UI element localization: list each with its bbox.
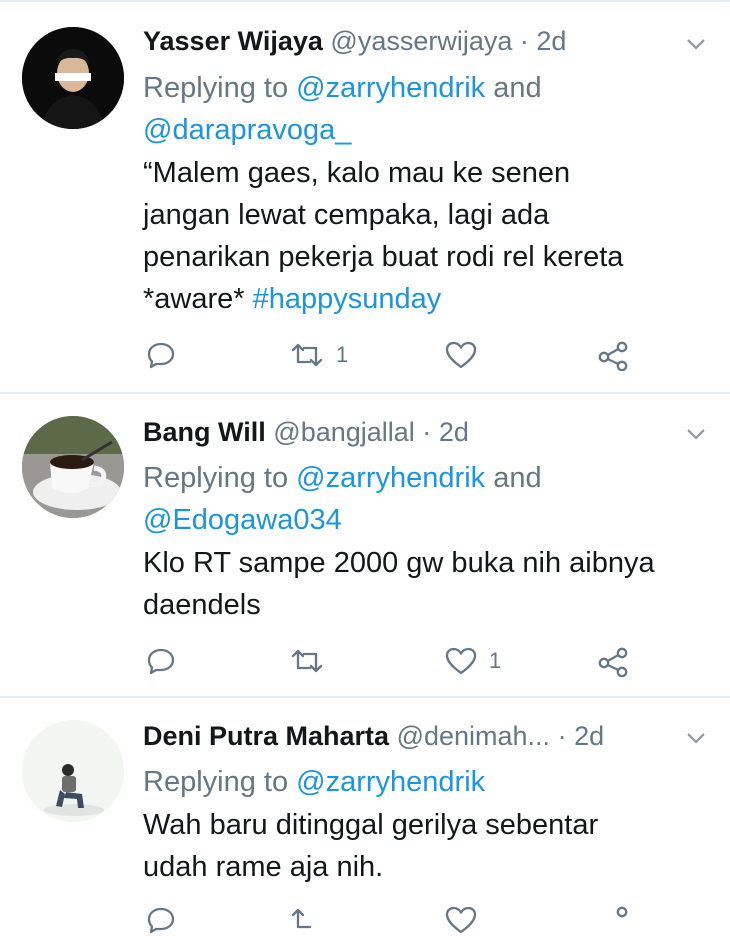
mention-link[interactable]: @Edogawa034: [143, 504, 342, 536]
reply-icon: [147, 648, 175, 675]
replying-and: and: [485, 462, 542, 494]
handle[interactable]: @yasserwijaya: [330, 26, 512, 56]
display-name[interactable]: Bang Will: [143, 417, 266, 447]
share-icon: [616, 906, 628, 918]
dot-separator: ·: [519, 26, 529, 56]
retweet-count: 1: [336, 342, 349, 367]
mention-link[interactable]: @darapravoga_: [143, 114, 351, 146]
tweet-text-line: penarikan pekerja buat rodi rel kereta: [143, 241, 624, 273]
handle[interactable]: @denimah...: [397, 721, 550, 751]
chevron-down-icon[interactable]: [684, 422, 708, 446]
person-avatar-dark-icon: [22, 27, 124, 129]
hashtag-link[interactable]: #happysunday: [253, 283, 442, 315]
reply-icon: [147, 342, 175, 369]
share-button[interactable]: [597, 906, 629, 936]
tweet-text-line: *aware* #happysunday: [143, 278, 713, 320]
share-button[interactable]: [597, 647, 629, 677]
tweet-header: Deni Putra Maharta @denimah... · 2d: [143, 721, 604, 751]
tweet-text: Klo RT sampe 2000 gw buka nih aibnya dae…: [143, 542, 713, 626]
display-name[interactable]: Yasser Wijaya: [143, 26, 323, 56]
tweet-text-line: udah rame aja nih.: [143, 851, 384, 883]
replying-to-line2: @darapravoga_: [143, 109, 351, 151]
like-button[interactable]: [445, 906, 477, 934]
like-button[interactable]: [445, 341, 489, 369]
reply-button[interactable]: [146, 341, 176, 369]
retweet-button[interactable]: [290, 648, 336, 674]
display-name[interactable]: Deni Putra Maharta: [143, 721, 389, 751]
timestamp[interactable]: 2d: [574, 721, 604, 751]
avatar[interactable]: [22, 27, 124, 129]
tweet-text-line: “Malem gaes, kalo mau ke senen: [143, 157, 571, 189]
like-count: 1: [489, 648, 502, 673]
avatar[interactable]: [22, 720, 124, 822]
tweet-text-line: jangan lewat cempaka, lagi ada: [143, 199, 550, 231]
replying-to-line2: @Edogawa034: [143, 499, 342, 541]
heart-icon: [445, 341, 477, 369]
tweet-text-line: Wah baru ditinggal gerilya sebentar: [143, 809, 599, 841]
tweet-text: “Malem gaes, kalo mau ke senen jangan le…: [143, 152, 713, 320]
tweet-text-line: Klo RT sampe 2000 gw buka nih aibnya: [143, 547, 655, 579]
replying-label: Replying to: [143, 462, 297, 494]
retweet-icon: [291, 649, 323, 673]
tweet-text-fragment: *aware*: [143, 283, 253, 315]
reply-button[interactable]: [146, 647, 176, 675]
tweet-header: Bang Will @bangjallal · 2d: [143, 417, 469, 447]
retweet-icon: [291, 908, 312, 929]
share-button[interactable]: [597, 341, 629, 371]
timestamp[interactable]: 2d: [439, 417, 469, 447]
replying-to: Replying to @zarryhendrik and: [143, 67, 542, 109]
tweet-text-line: daendels: [143, 589, 261, 621]
handle[interactable]: @bangjallal: [273, 417, 415, 447]
chevron-down-icon[interactable]: [684, 726, 708, 750]
replying-to: Replying to @zarryhendrik: [143, 761, 485, 803]
replying-label: Replying to: [143, 72, 297, 104]
retweet-icon: [291, 343, 323, 367]
chevron-down-icon[interactable]: [684, 32, 708, 56]
dot-separator: ·: [557, 721, 567, 751]
tweet-1[interactable]: Yasser Wijaya @yasserwijaya · 2d Replyin…: [0, 0, 730, 392]
timestamp[interactable]: 2d: [536, 26, 566, 56]
avatar[interactable]: [22, 416, 124, 518]
person-sitting-avatar-icon: [22, 720, 124, 822]
heart-icon: [445, 647, 477, 675]
mention-link[interactable]: @zarryhendrik: [296, 462, 485, 494]
replying-to: Replying to @zarryhendrik and: [143, 457, 542, 499]
tweet-header: Yasser Wijaya @yasserwijaya · 2d: [143, 26, 566, 56]
mention-link[interactable]: @zarryhendrik: [296, 72, 485, 104]
reply-icon: [147, 907, 175, 934]
mention-link[interactable]: @zarryhendrik: [296, 766, 485, 798]
replying-and: and: [485, 72, 542, 104]
replying-label: Replying to: [143, 766, 297, 798]
heart-icon: [445, 906, 477, 934]
share-icon: [598, 647, 628, 677]
tweet-2[interactable]: Bang Will @bangjallal · 2d Replying to @…: [0, 394, 730, 696]
share-icon: [598, 341, 628, 371]
retweet-button[interactable]: [290, 907, 324, 933]
retweet-button[interactable]: 1: [290, 342, 348, 368]
tweet-3[interactable]: Deni Putra Maharta @denimah... · 2d Repl…: [0, 698, 730, 934]
like-button[interactable]: 1: [445, 647, 501, 675]
tweet-text: Wah baru ditinggal gerilya sebentar udah…: [143, 804, 713, 888]
dot-separator: ·: [422, 417, 432, 447]
reply-button[interactable]: [146, 906, 176, 934]
coffee-cup-avatar-icon: [22, 416, 124, 518]
